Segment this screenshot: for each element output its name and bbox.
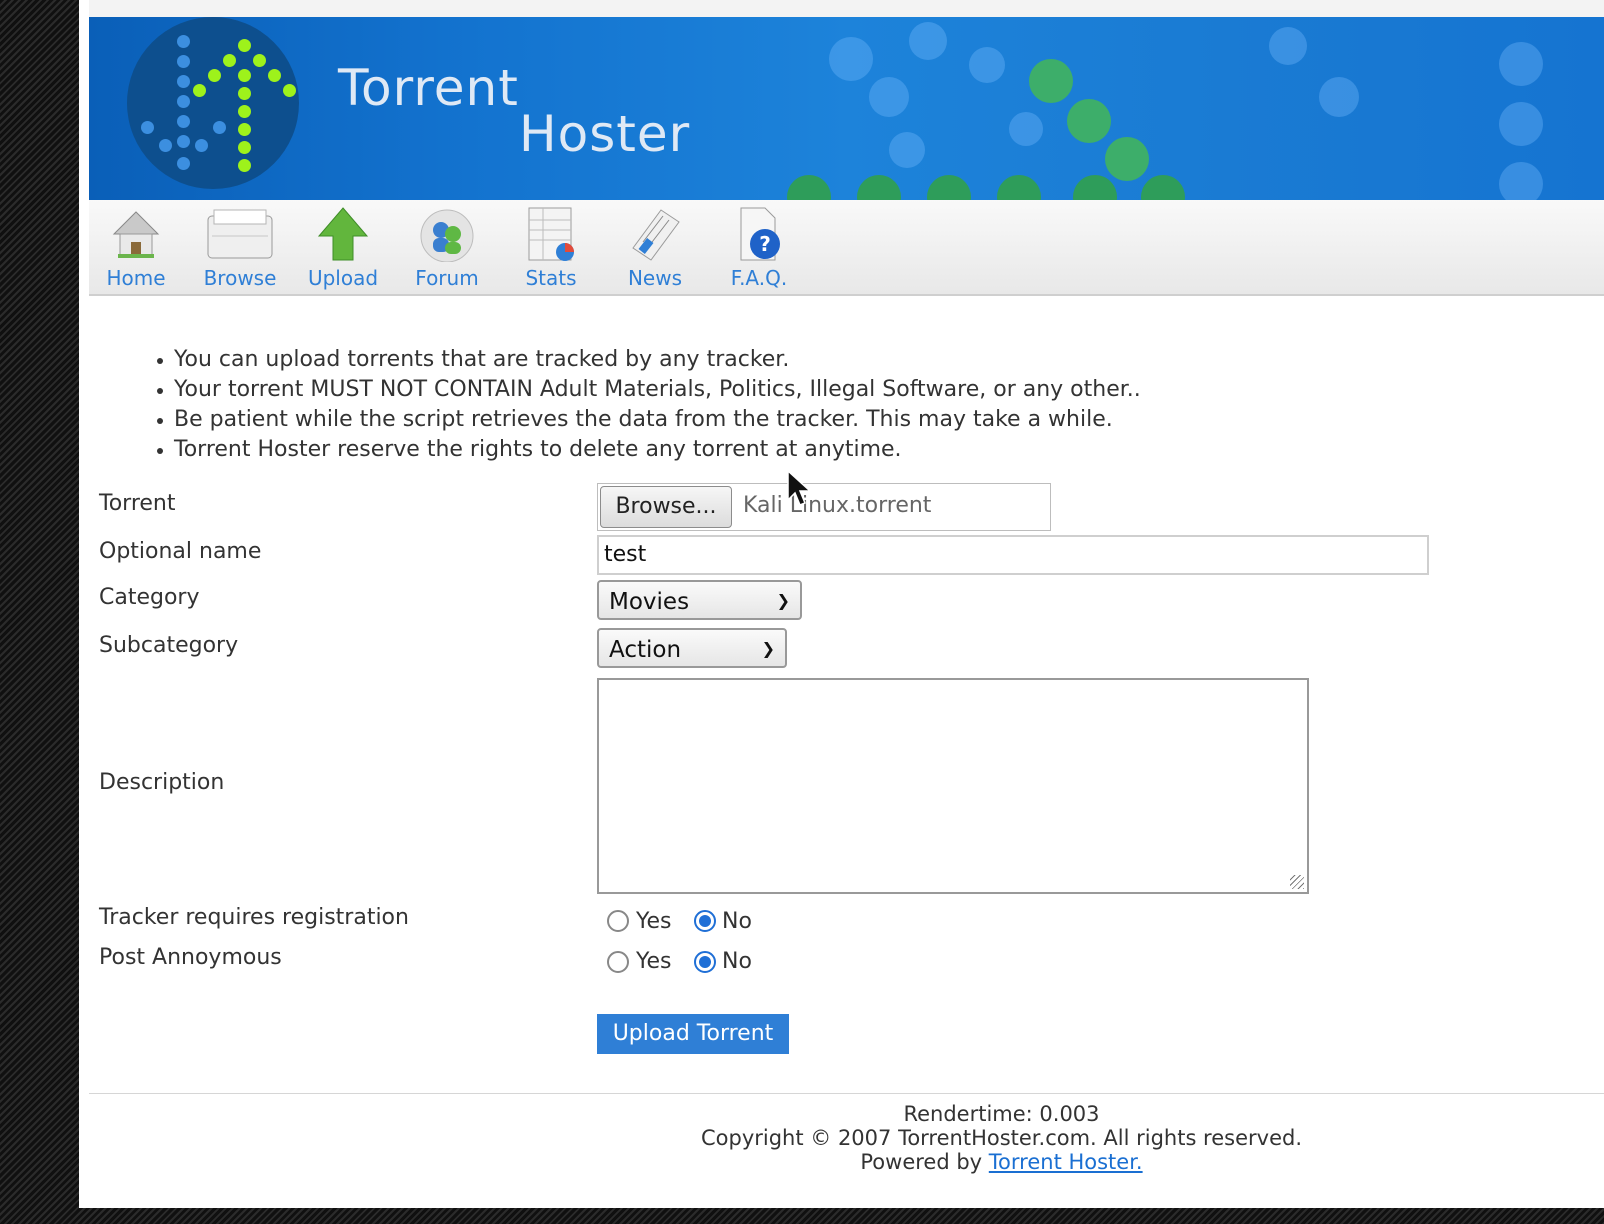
upload-rules-list: You can upload torrents that are tracked… (154, 345, 1141, 465)
nav-forum[interactable]: Forum (397, 200, 497, 294)
nav-label: Forum (415, 266, 479, 290)
nav-home[interactable]: Home (86, 200, 186, 294)
nav-label: Home (106, 266, 166, 290)
chevron-down-icon: ❯ (776, 591, 790, 610)
banner-decoration (857, 175, 901, 200)
resize-grip-icon[interactable] (1290, 875, 1304, 889)
banner-decoration (1499, 162, 1543, 200)
main-nav: Home Browse Upload Forum Stats News ? F.… (89, 200, 1604, 296)
nav-label: News (627, 266, 683, 290)
category-label: Category (99, 585, 200, 610)
banner-decoration (1499, 102, 1543, 146)
torrent-hoster-link[interactable]: Torrent Hoster. (989, 1150, 1143, 1174)
subcategory-select[interactable]: Action ❯ (597, 628, 787, 668)
banner-decoration (889, 132, 925, 168)
subcategory-label: Subcategory (99, 633, 239, 658)
banner-decoration (1319, 77, 1359, 117)
nav-browse[interactable]: Browse (190, 200, 290, 294)
nav-label: F.A.Q. (730, 266, 788, 290)
forum-icon (420, 209, 474, 262)
banner-decoration (1141, 175, 1185, 200)
optional-name-input[interactable]: test (597, 535, 1429, 575)
nav-faq[interactable]: ? F.A.Q. (709, 200, 809, 294)
render-time: Rendertime: 0.003 (903, 1102, 1100, 1126)
news-icon (632, 209, 680, 261)
torrent-file-input[interactable]: Browse... Kali Linux.torrent (597, 483, 1051, 531)
top-strip (89, 0, 1604, 18)
browser-page: Torrent Hoster Home Browse Upload Forum … (79, 0, 1604, 1208)
banner-decoration (1499, 42, 1543, 86)
description-label: Description (99, 770, 225, 795)
post-anonymous-no-radio[interactable] (694, 951, 716, 973)
footer-divider (89, 1093, 1604, 1094)
banner-decoration (1009, 112, 1043, 146)
tracker-registration-yes-radio[interactable] (607, 910, 629, 932)
no-label: No (722, 949, 752, 974)
selected-file-name: Kali Linux.torrent (743, 493, 932, 518)
nav-stats[interactable]: Stats (501, 200, 601, 294)
upload-arrow-icon (317, 207, 369, 261)
powered-by: Powered by Torrent Hoster. (79, 1150, 1604, 1174)
list-item: Your torrent MUST NOT CONTAIN Adult Mate… (154, 375, 1141, 405)
brand-title-line2: Hoster (519, 105, 691, 163)
powered-by-prefix: Powered by (860, 1150, 983, 1174)
banner-decoration (1067, 99, 1111, 143)
stats-icon (528, 207, 574, 261)
category-select[interactable]: Movies ❯ (597, 580, 802, 620)
svg-text:?: ? (759, 232, 771, 256)
list-item: Be patient while the script retrieves th… (154, 405, 1141, 435)
brand-title-line1: Torrent (338, 59, 519, 117)
nav-label: Browse (203, 266, 277, 290)
description-textarea[interactable] (597, 678, 1309, 894)
browse-icon (207, 209, 273, 259)
upload-torrent-button[interactable]: Upload Torrent (597, 1014, 789, 1054)
yes-label: Yes (636, 949, 672, 974)
home-icon (112, 211, 160, 258)
banner-decoration (1073, 175, 1117, 200)
tracker-registration-no-radio[interactable] (694, 910, 716, 932)
nav-label: Upload (307, 266, 379, 290)
no-label: No (722, 909, 752, 934)
torrent-label: Torrent (99, 491, 176, 516)
chevron-down-icon: ❯ (761, 639, 775, 658)
copyright: Copyright © 2007 TorrentHoster.com. All … (700, 1126, 1302, 1150)
banner-decoration (787, 175, 831, 200)
optional-name-label: Optional name (99, 539, 262, 564)
tracker-registration-label: Tracker requires registration (99, 905, 409, 930)
banner-decoration (997, 175, 1041, 200)
subcategory-value: Action (609, 637, 682, 663)
nav-news[interactable]: News (605, 200, 705, 294)
banner-decoration (1269, 27, 1307, 65)
post-anonymous-label: Post Annoymous (99, 945, 282, 970)
browse-button[interactable]: Browse... (600, 486, 732, 528)
list-item: You can upload torrents that are tracked… (154, 345, 1141, 375)
logo-icon (127, 17, 299, 189)
nav-label: Stats (525, 266, 577, 290)
banner-decoration (1105, 137, 1149, 181)
nav-upload[interactable]: Upload (293, 200, 393, 294)
banner-decoration (969, 47, 1005, 83)
banner-decoration (869, 77, 909, 117)
banner-decoration (909, 22, 947, 60)
list-item: Torrent Hoster reserve the rights to del… (154, 435, 1141, 465)
category-value: Movies (609, 589, 690, 615)
yes-label: Yes (636, 909, 672, 934)
help-icon: ? (740, 207, 780, 261)
post-anonymous-yes-radio[interactable] (607, 951, 629, 973)
banner-decoration (1029, 59, 1073, 103)
banner-decoration (927, 175, 971, 200)
site-banner: Torrent Hoster (89, 17, 1604, 200)
mouse-cursor-icon (787, 470, 812, 506)
banner-decoration (829, 37, 873, 81)
